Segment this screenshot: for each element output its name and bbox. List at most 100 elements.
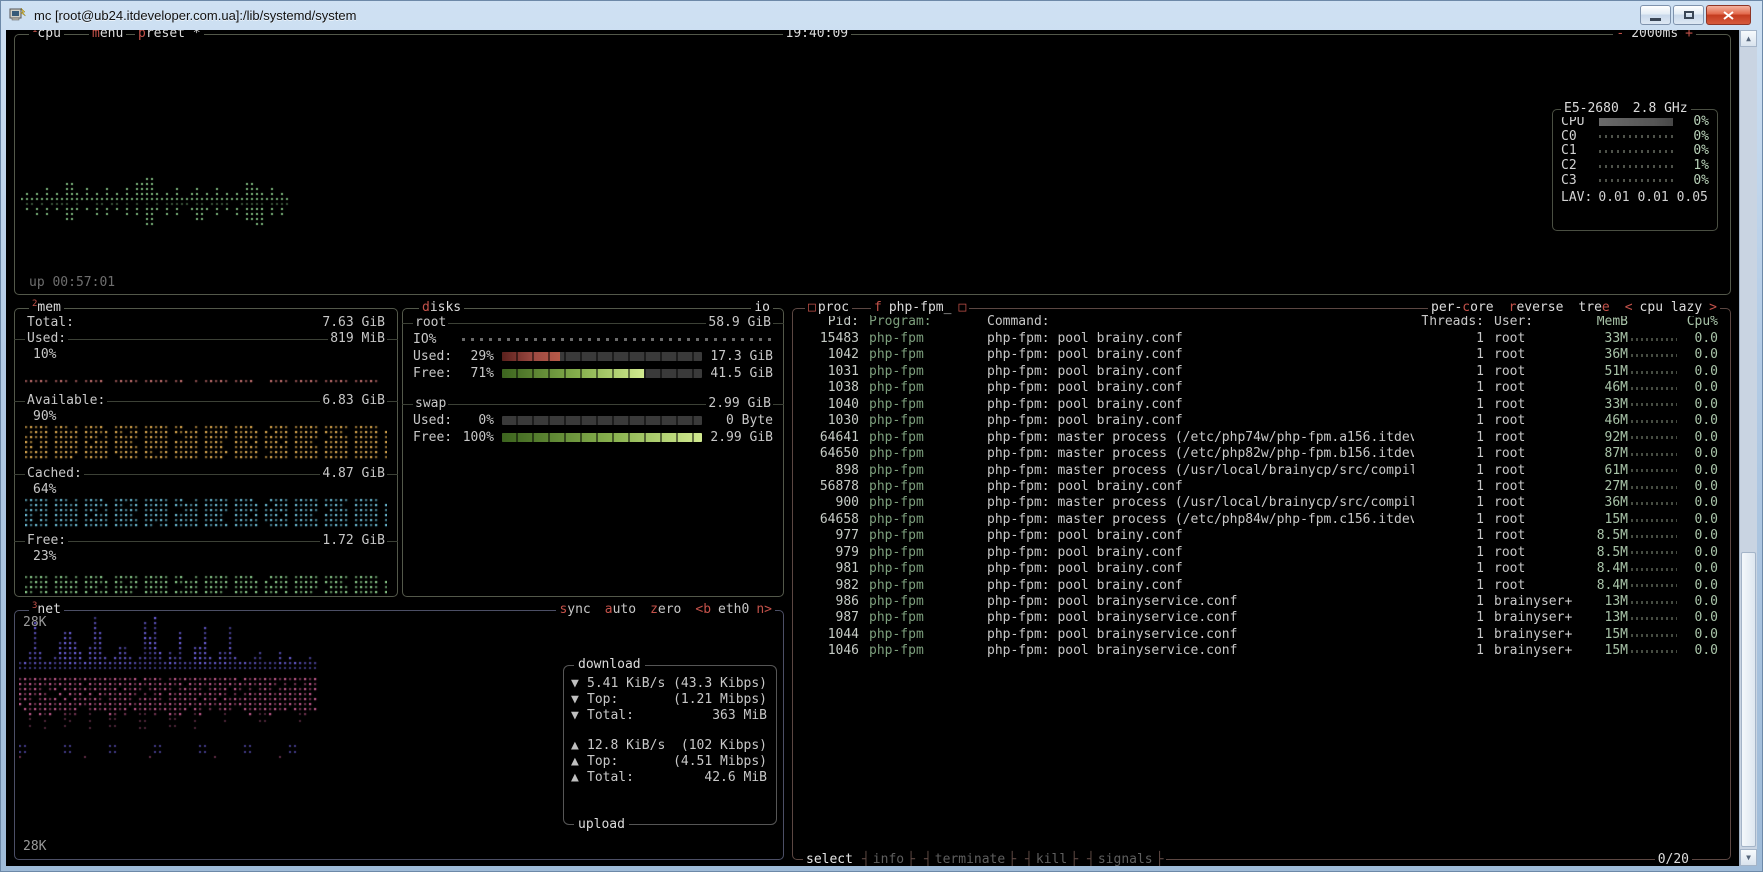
proc-threads: 1	[1414, 528, 1484, 544]
proc-row[interactable]: 64658php-fpmphp-fpm: master process (/et…	[803, 512, 1720, 528]
proc-threads: 1	[1414, 479, 1484, 495]
proc-cpu-graph	[1631, 420, 1677, 423]
proc-row[interactable]: 1046php-fpmphp-fpm: pool brainyservice.c…	[803, 643, 1720, 659]
proc-row[interactable]: 56878php-fpmphp-fpm: pool brainy.conf1ro…	[803, 479, 1720, 495]
reverse-button[interactable]: reverse	[1509, 300, 1564, 316]
proc-buttons: per-core reverse tree < cpu lazy >	[1428, 300, 1720, 316]
proc-row[interactable]: 977php-fpmphp-fpm: pool brainy.conf1root…	[803, 528, 1720, 544]
proc-threads: 1	[1414, 578, 1484, 594]
proc-pid: 982	[803, 578, 859, 594]
select-action[interactable]: select	[806, 852, 853, 866]
proc-user: root	[1484, 430, 1580, 446]
kill-action[interactable]: kill	[1025, 852, 1078, 866]
preset-button[interactable]: preset *	[135, 30, 204, 42]
filter-clear-button[interactable]: □	[958, 300, 966, 316]
proc-pid: 1044	[803, 627, 859, 643]
proc-cpu-graph	[1631, 519, 1677, 522]
sort-prev-button[interactable]: <	[1625, 300, 1633, 316]
proc-cpu-graph	[1631, 338, 1677, 341]
core-value: 0%	[1679, 173, 1709, 189]
proc-row[interactable]: 1040php-fpmphp-fpm: pool brainy.conf1roo…	[803, 397, 1720, 413]
proc-row[interactable]: 981php-fpmphp-fpm: pool brainy.conf1root…	[803, 561, 1720, 577]
proc-mem: 92M	[1580, 430, 1628, 446]
putty-icon	[9, 7, 27, 23]
proc-user: root	[1484, 331, 1580, 347]
scrollbar[interactable]: ▲ ▼	[1739, 30, 1757, 866]
proc-box: □ proc f php-fpm_ □ per-core reverse tre…	[792, 308, 1731, 860]
proc-user: brainyser+	[1484, 627, 1580, 643]
proc-row[interactable]: 1030php-fpmphp-fpm: pool brainy.conf1roo…	[803, 413, 1720, 429]
proc-threads: 1	[1414, 495, 1484, 511]
core-label: C0	[1561, 129, 1593, 145]
core-label: C1	[1561, 143, 1593, 159]
proc-pid: 987	[803, 610, 859, 626]
sync-button[interactable]: sync	[559, 602, 590, 618]
proc-program: php-fpm	[859, 364, 987, 380]
filter-text[interactable]: php-fpm_	[889, 300, 952, 316]
proc-row[interactable]: 1031php-fpmphp-fpm: pool brainy.conf1roo…	[803, 364, 1720, 380]
proc-user: brainyser+	[1484, 610, 1580, 626]
scrollbar-down-button[interactable]: ▼	[1740, 849, 1757, 866]
auto-button[interactable]: auto	[605, 602, 636, 618]
proc-row[interactable]: 64641php-fpmphp-fpm: master process (/et…	[803, 430, 1720, 446]
net-scale-bottom: 28K	[23, 839, 46, 855]
scrollbar-up-button[interactable]: ▲	[1740, 30, 1757, 47]
proc-row[interactable]: 979php-fpmphp-fpm: pool brainy.conf1root…	[803, 545, 1720, 561]
interface-prev-button[interactable]: <b	[695, 602, 711, 618]
sort-next-button[interactable]: >	[1709, 300, 1717, 316]
proc-row[interactable]: 900php-fpmphp-fpm: master process (/usr/…	[803, 495, 1720, 511]
maximize-button[interactable]	[1673, 5, 1704, 25]
proc-row[interactable]: 1044php-fpmphp-fpm: pool brainyservice.c…	[803, 627, 1720, 643]
mem-cached-row: Cached:4.87 GiB	[25, 466, 387, 482]
proc-row[interactable]: 898php-fpmphp-fpm: master process (/usr/…	[803, 463, 1720, 479]
proc-cpu-graph	[1631, 502, 1677, 505]
proc-row[interactable]: 987php-fpmphp-fpm: pool brainyservice.co…	[803, 610, 1720, 626]
disks-io-toggle[interactable]: io	[751, 300, 773, 316]
menu-button[interactable]: menu	[89, 30, 126, 42]
info-action[interactable]: info	[862, 852, 915, 866]
sort-mode: cpu lazy	[1640, 300, 1703, 316]
proc-row[interactable]: 1042php-fpmphp-fpm: pool brainy.conf1roo…	[803, 347, 1720, 363]
proc-pid: 898	[803, 463, 859, 479]
mem-cached-graph	[25, 498, 387, 529]
interface-next-button[interactable]: n>	[756, 602, 772, 618]
core-label: C3	[1561, 173, 1593, 189]
cpu-box-label[interactable]: 1cpu	[29, 30, 64, 42]
interval-increase-button[interactable]: +	[1685, 30, 1693, 42]
proc-user: root	[1484, 578, 1580, 594]
proc-cpu-graph	[1631, 371, 1677, 374]
down-arrow-icon: ▼	[571, 692, 587, 708]
cpu-graph	[21, 115, 289, 249]
disk-root-io-row: IO%	[413, 331, 773, 348]
proc-command: php-fpm: pool brainy.conf	[987, 578, 1414, 594]
interface-name: eth0	[718, 602, 749, 618]
net-box: 3net sync auto zero <b eth0 n> 28K 28K d…	[14, 610, 784, 860]
proc-cpu-graph	[1631, 551, 1677, 554]
proc-pid: 64650	[803, 446, 859, 462]
terminate-action[interactable]: terminate	[924, 852, 1016, 866]
download-total-row: ▼ Total: 363 MiB	[571, 708, 767, 724]
scrollbar-thumb[interactable]	[1741, 552, 1756, 847]
zero-button[interactable]: zero	[650, 602, 681, 618]
proc-cpu: 0.0	[1680, 479, 1720, 495]
proc-row[interactable]: 986php-fpmphp-fpm: pool brainyservice.co…	[803, 594, 1720, 610]
per-core-button[interactable]: per-core	[1431, 300, 1494, 316]
titlebar[interactable]: mc [root@ub24.itdeveloper.com.ua]:/lib/s…	[0, 0, 1763, 30]
cpu-core-row: C00%	[1561, 130, 1709, 145]
proc-row[interactable]: 982php-fpmphp-fpm: pool brainy.conf1root…	[803, 578, 1720, 594]
process-filter-input[interactable]: f php-fpm_ □	[871, 300, 969, 316]
proc-row[interactable]: 1038php-fpmphp-fpm: pool brainy.conf1roo…	[803, 380, 1720, 396]
signals-action[interactable]: signals	[1087, 852, 1163, 866]
proc-user: root	[1484, 545, 1580, 561]
proc-program: php-fpm	[859, 495, 987, 511]
minimize-button[interactable]	[1640, 5, 1671, 25]
net-stats-panel: download upload ▼ 5.41 KiB/s (43.3 Kibps…	[563, 665, 777, 825]
interval-decrease-button[interactable]: -	[1616, 30, 1624, 42]
proc-row[interactable]: 64650php-fpmphp-fpm: master process (/et…	[803, 446, 1720, 462]
proc-cpu: 0.0	[1680, 397, 1720, 413]
tree-button[interactable]: tree	[1578, 300, 1609, 316]
proc-user: root	[1484, 528, 1580, 544]
close-button[interactable]	[1706, 5, 1751, 25]
proc-row[interactable]: 15483php-fpmphp-fpm: pool brainy.conf1ro…	[803, 331, 1720, 347]
filter-hotkey[interactable]: f	[874, 300, 882, 316]
